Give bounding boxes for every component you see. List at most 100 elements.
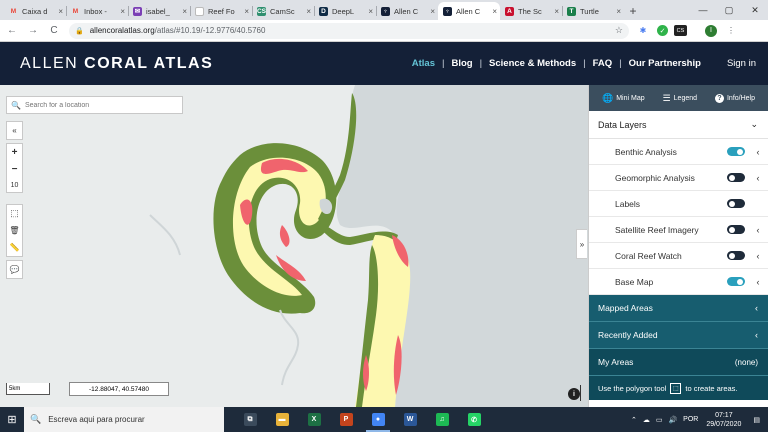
- sign-in-link[interactable]: Sign in: [727, 58, 756, 69]
- chevron-left-icon[interactable]: ‹: [751, 173, 765, 183]
- layer-row[interactable]: Coral Reef Watch ‹: [589, 243, 768, 269]
- tab-mini-map[interactable]: 🌐 Mini Map: [602, 93, 645, 104]
- back-button[interactable]: ←: [3, 22, 21, 40]
- layer-toggle[interactable]: [727, 277, 745, 286]
- zoom-out-button[interactable]: −: [6, 161, 23, 178]
- browser-tab[interactable]: T Turtle ×: [562, 2, 624, 20]
- forward-button[interactable]: →: [24, 22, 42, 40]
- extension-camscanner-icon[interactable]: CS: [674, 25, 687, 36]
- layer-toggle[interactable]: [727, 173, 745, 182]
- browser-toolbar: ← → C 🔒 allencoralatlas.org /atlas/#10.1…: [0, 20, 768, 42]
- tab-info-help[interactable]: ? Info/Help: [714, 93, 755, 103]
- minimize-button[interactable]: —: [690, 0, 716, 20]
- nav-faq[interactable]: FAQ: [593, 58, 613, 69]
- layer-toggle[interactable]: [727, 147, 745, 156]
- tray-expand-icon[interactable]: ⌃: [631, 416, 637, 424]
- layer-row[interactable]: Base Map ‹: [589, 269, 768, 295]
- map-canvas[interactable]: 🔍 « + − 10 ⬚ 🗑 📏 💬 5km -12.88047, 40.574…: [0, 85, 588, 407]
- layer-row[interactable]: Benthic Analysis ‹: [589, 139, 768, 165]
- taskbar-apps: ⧉ ▬ X P ● W ♫ ✆: [234, 407, 490, 432]
- tab-close-icon[interactable]: ×: [58, 7, 63, 16]
- taskbar-app-spotify[interactable]: ♫: [426, 407, 458, 432]
- browser-tab[interactable]: ♆ Allen C ×: [438, 2, 500, 20]
- taskbar-app-file-explorer[interactable]: ▬: [266, 407, 298, 432]
- recently-added-section[interactable]: Recently Added ‹: [589, 322, 768, 349]
- extension-puzzle-icon[interactable]: ✱: [635, 23, 651, 39]
- tab-close-icon[interactable]: ×: [182, 7, 187, 16]
- map-layer: [149, 85, 588, 407]
- chevron-left-icon[interactable]: ‹: [751, 277, 765, 287]
- input-language[interactable]: POR: [683, 416, 698, 423]
- tab-close-icon[interactable]: ×: [492, 7, 497, 16]
- tab-close-icon[interactable]: ×: [306, 7, 311, 16]
- taskbar-app-whatsapp[interactable]: ✆: [458, 407, 490, 432]
- browser-tab[interactable]: A The Sc ×: [500, 2, 562, 20]
- taskbar-app-excel[interactable]: X: [298, 407, 330, 432]
- onedrive-icon[interactable]: ☁: [643, 416, 650, 424]
- site-logo[interactable]: ALLEN CORAL ATLAS: [20, 55, 213, 73]
- mapped-areas-section[interactable]: Mapped Areas ‹: [589, 295, 768, 322]
- notifications-icon[interactable]: ▤: [753, 416, 760, 424]
- nav-our-partnership[interactable]: Our Partnership: [629, 58, 701, 69]
- taskbar-app-powerpoint[interactable]: P: [330, 407, 362, 432]
- browser-tab[interactable]: ✉ isabel_ ×: [128, 2, 190, 20]
- tab-close-icon[interactable]: ×: [244, 7, 249, 16]
- layer-row[interactable]: Geomorphic Analysis ‹: [589, 165, 768, 191]
- nav-blog[interactable]: Blog: [451, 58, 472, 69]
- tab-close-icon[interactable]: ×: [616, 7, 621, 16]
- comment-icon[interactable]: 💬: [6, 261, 23, 278]
- maximize-button[interactable]: ▢: [716, 0, 742, 20]
- data-layers-header[interactable]: Data Layers ⌄: [589, 111, 768, 139]
- browser-tab[interactable]: D DeepL ×: [314, 2, 376, 20]
- browser-tab[interactable]: M Caixa d ×: [4, 2, 66, 20]
- layer-row[interactable]: Labels: [589, 191, 768, 217]
- chevron-left-icon[interactable]: ‹: [751, 147, 765, 157]
- volume-icon[interactable]: 🔊: [668, 416, 677, 424]
- taskbar-app-task-view[interactable]: ⧉: [234, 407, 266, 432]
- browser-menu-icon[interactable]: ⋮: [723, 23, 739, 39]
- network-icon[interactable]: ▭: [656, 416, 663, 424]
- start-button[interactable]: ⊞: [0, 407, 24, 432]
- browser-tab[interactable]: CS CamSc ×: [252, 2, 314, 20]
- delete-icon[interactable]: 🗑: [6, 222, 23, 239]
- layer-row[interactable]: Satellite Reef Imagery ‹: [589, 217, 768, 243]
- address-bar[interactable]: 🔒 allencoralatlas.org /atlas/#10.19/-12.…: [69, 22, 629, 39]
- reload-button[interactable]: C: [45, 22, 63, 40]
- recently-added-label: Recently Added: [598, 330, 658, 340]
- chevron-left-icon[interactable]: ‹: [751, 251, 765, 261]
- panel-collapse-button[interactable]: »: [576, 229, 587, 259]
- profile-avatar[interactable]: I: [705, 24, 717, 37]
- layer-toggle[interactable]: [727, 199, 745, 208]
- tab-close-icon[interactable]: ×: [554, 7, 559, 16]
- browser-tab[interactable]: Reef Fo ×: [190, 2, 252, 20]
- sidebar-toggle[interactable]: «: [6, 121, 23, 140]
- new-tab-button[interactable]: +: [624, 2, 642, 20]
- tab-close-icon[interactable]: ×: [368, 7, 373, 16]
- taskbar-app-chrome[interactable]: ●: [362, 407, 394, 432]
- nav-atlas[interactable]: Atlas: [412, 58, 435, 69]
- zoom-in-button[interactable]: +: [6, 144, 23, 161]
- nav-science-methods[interactable]: Science & Methods: [489, 58, 576, 69]
- layer-toggle[interactable]: [727, 251, 745, 260]
- ruler-icon[interactable]: 📏: [6, 239, 23, 256]
- polygon-tool-icon[interactable]: ⬚: [6, 205, 23, 222]
- tab-title: Reef Fo: [208, 6, 235, 16]
- my-areas-section[interactable]: My Areas (none): [589, 349, 768, 376]
- location-search[interactable]: 🔍: [6, 96, 183, 114]
- extension-check-icon[interactable]: ✓: [657, 25, 668, 36]
- close-window-button[interactable]: ✕: [742, 0, 768, 20]
- collapse-left-icon[interactable]: «: [6, 122, 23, 139]
- taskbar-app-word[interactable]: W: [394, 407, 426, 432]
- tab-close-icon[interactable]: ×: [430, 7, 435, 16]
- location-search-input[interactable]: [24, 101, 175, 109]
- clock[interactable]: 07:17 29/07/2020: [706, 411, 741, 429]
- browser-tab[interactable]: ♆ Allen C ×: [376, 2, 438, 20]
- bookmark-star-icon[interactable]: ☆: [615, 25, 623, 36]
- tab-close-icon[interactable]: ×: [120, 7, 125, 16]
- chevron-left-icon[interactable]: ‹: [751, 225, 765, 235]
- browser-tab[interactable]: M Inbox - ×: [66, 2, 128, 20]
- taskbar-search[interactable]: 🔍 Escreva aqui para procurar: [24, 407, 224, 432]
- tab-legend[interactable]: ☰ Legend: [663, 93, 697, 104]
- info-icon[interactable]: i: [568, 388, 580, 400]
- layer-toggle[interactable]: [727, 225, 745, 234]
